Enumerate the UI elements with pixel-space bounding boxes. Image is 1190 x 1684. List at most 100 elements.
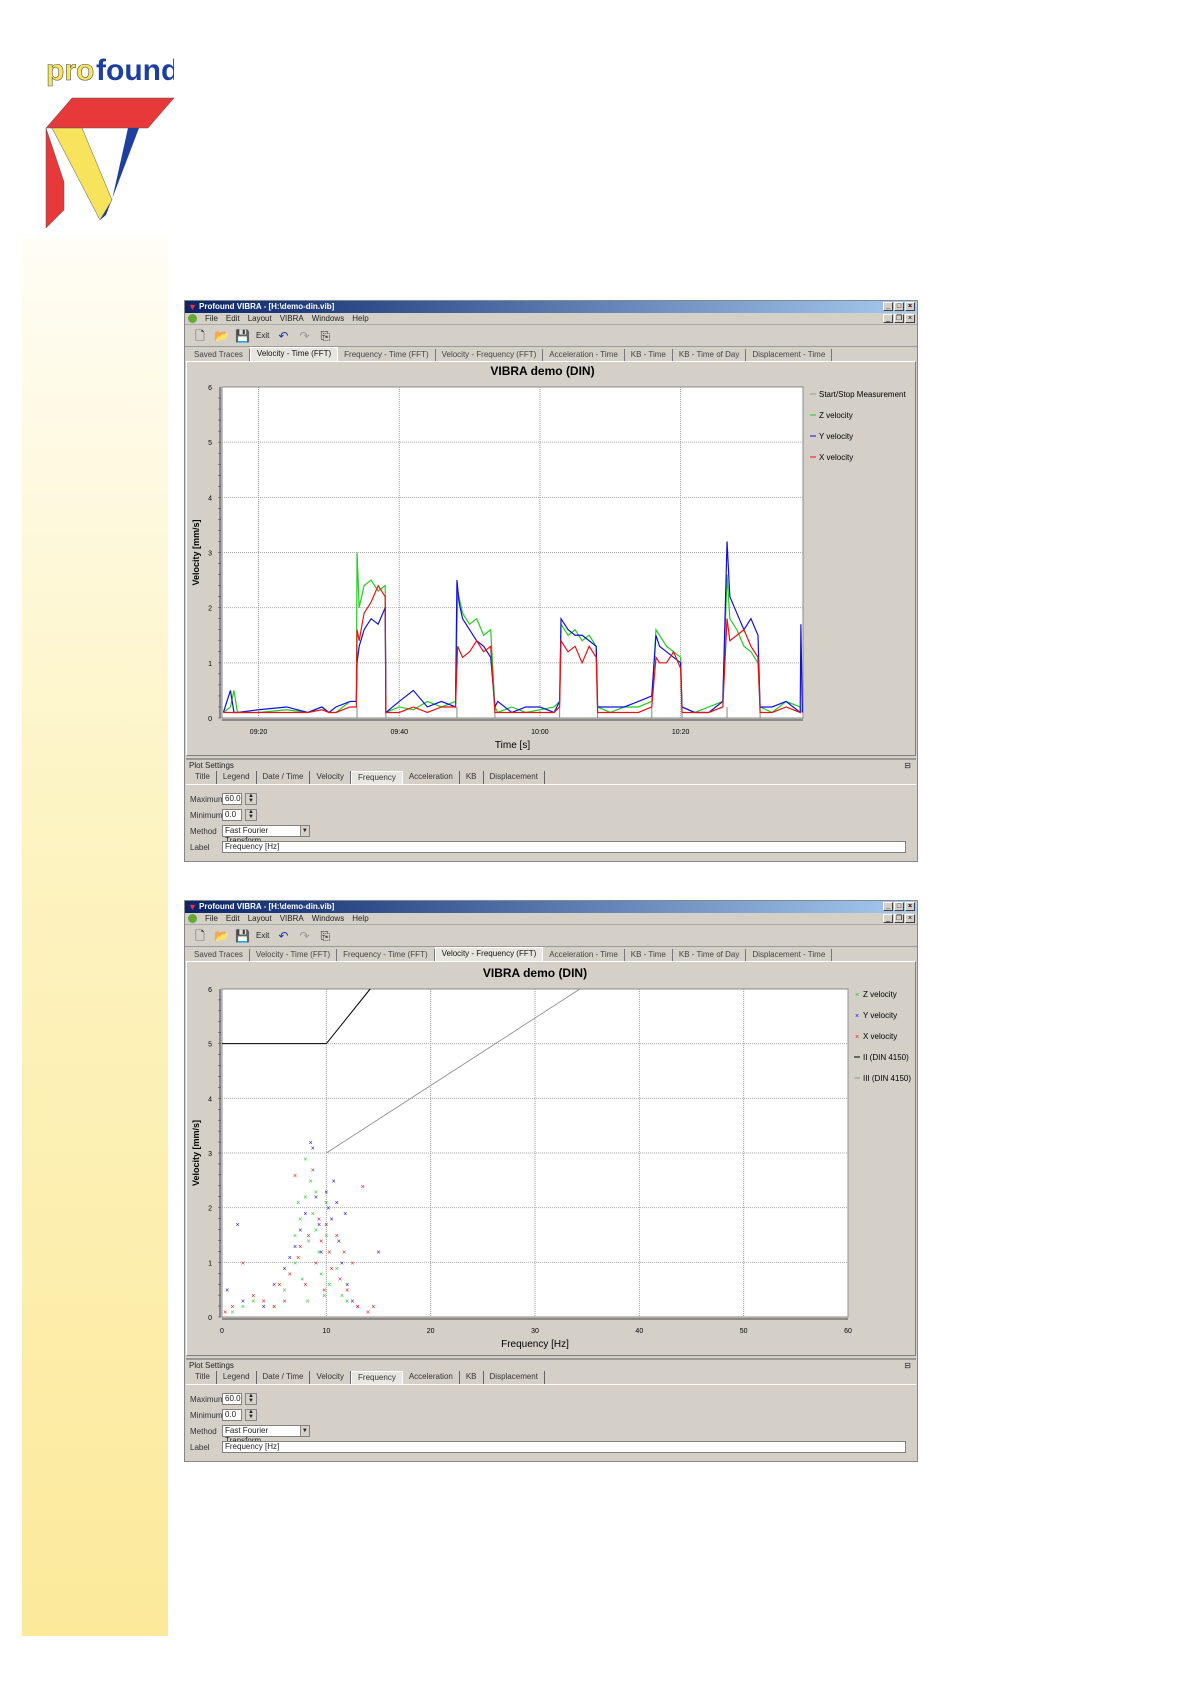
- tab-saved-traces[interactable]: Saved Traces: [188, 949, 250, 961]
- tab-acceleration-time[interactable]: Acceleration - Time: [543, 949, 625, 961]
- child-restore-button[interactable]: ❐: [894, 314, 904, 323]
- minimize-button[interactable]: _: [883, 902, 893, 911]
- y-axis-label: Velocity [mm/s]: [191, 1120, 201, 1186]
- child-minimize-button[interactable]: _: [883, 914, 893, 923]
- open-folder-icon[interactable]: 📂: [214, 929, 229, 943]
- menu-edit[interactable]: Edit: [226, 914, 240, 923]
- settings-tab-frequency[interactable]: Frequency: [351, 1371, 403, 1384]
- scatter-point-x: ×: [230, 1304, 234, 1311]
- menu-help[interactable]: Help: [352, 914, 368, 923]
- close-button[interactable]: ×: [905, 902, 915, 911]
- tab-saved-traces[interactable]: Saved Traces: [188, 349, 250, 361]
- redo-icon[interactable]: ↷: [297, 929, 311, 943]
- save-icon[interactable]: 💾: [235, 329, 250, 343]
- settings-tab-title[interactable]: Title: [189, 1371, 217, 1384]
- child-restore-button[interactable]: ❐: [894, 914, 904, 923]
- settings-tab-velocity[interactable]: Velocity: [310, 1371, 352, 1384]
- tab-velocity-time-fft-[interactable]: Velocity - Time (FFT): [249, 347, 339, 361]
- minimum-spinner[interactable]: ▲ ▼: [245, 809, 257, 821]
- settings-tab-frequency[interactable]: Frequency: [351, 771, 403, 784]
- chart-title: VIBRA demo (DIN): [483, 966, 587, 980]
- new-file-icon[interactable]: 🗋: [193, 329, 207, 343]
- legend-item: X velocity: [819, 453, 853, 462]
- maximum-spinner[interactable]: ▲ ▼: [245, 1393, 257, 1405]
- tab-acceleration-time[interactable]: Acceleration - Time: [543, 349, 625, 361]
- maximum-input[interactable]: 60.0: [222, 793, 242, 805]
- legend-swatch: ×: [855, 992, 859, 999]
- pin-icon[interactable]: ⊟: [904, 1360, 911, 1371]
- app-icon: ▼: [188, 902, 197, 912]
- settings-tab-displacement[interactable]: Displacement: [484, 771, 545, 784]
- chart: VIBRA demo (DIN) 0 1 2 3 4 5 6 09:20 09:40 10:00 10…: [191, 364, 906, 751]
- redo-icon[interactable]: ↷: [297, 329, 311, 343]
- exit-button[interactable]: Exit: [256, 931, 269, 940]
- minimum-input[interactable]: 0.0: [222, 1409, 242, 1421]
- new-file-icon[interactable]: 🗋: [193, 929, 207, 943]
- minimum-input[interactable]: 0.0: [222, 809, 242, 821]
- open-folder-icon[interactable]: 📂: [214, 329, 229, 343]
- svg-text:found: found: [96, 54, 174, 87]
- tab-velocity-frequency-fft-[interactable]: Velocity - Frequency (FFT): [436, 349, 544, 361]
- settings-tab-kb[interactable]: KB: [460, 771, 484, 784]
- label-input[interactable]: Frequency [Hz]: [222, 1441, 906, 1453]
- document-icon[interactable]: [188, 914, 197, 923]
- copy-icon[interactable]: ⎘: [318, 929, 332, 943]
- chevron-down-icon[interactable]: ▼: [299, 826, 309, 836]
- method-select[interactable]: Fast Fourier Transform ▼: [222, 1425, 310, 1445]
- settings-tab-velocity[interactable]: Velocity: [310, 771, 352, 784]
- child-close-button[interactable]: ×: [905, 914, 915, 923]
- menu-layout[interactable]: Layout: [248, 914, 272, 923]
- settings-tab-acceleration[interactable]: Acceleration: [403, 771, 460, 784]
- undo-icon[interactable]: ↶: [276, 929, 290, 943]
- tab-velocity-frequency-fft-[interactable]: Velocity - Frequency (FFT): [434, 947, 544, 961]
- menu-file[interactable]: File: [205, 314, 218, 323]
- settings-tab-date-time[interactable]: Date / Time: [257, 1371, 311, 1384]
- save-icon[interactable]: 💾: [235, 929, 250, 943]
- child-minimize-button[interactable]: _: [883, 314, 893, 323]
- tab-displacement-time[interactable]: Displacement - Time: [746, 349, 833, 361]
- scatter-point-x: ×: [342, 1249, 346, 1256]
- document-icon[interactable]: [188, 314, 197, 323]
- maximize-button[interactable]: □: [894, 302, 904, 311]
- tab-kb-time[interactable]: KB - Time: [625, 949, 673, 961]
- settings-tab-legend[interactable]: Legend: [217, 771, 257, 784]
- settings-tab-legend[interactable]: Legend: [217, 1371, 257, 1384]
- close-button[interactable]: ×: [905, 302, 915, 311]
- menu-file[interactable]: File: [205, 914, 218, 923]
- tab-frequency-time-fft-[interactable]: Frequency - Time (FFT): [338, 349, 436, 361]
- settings-tab-displacement[interactable]: Displacement: [484, 1371, 545, 1384]
- menu-windows[interactable]: Windows: [312, 914, 344, 923]
- toolbar: 🗋 📂 💾 Exit ↶ ↷ ⎘: [185, 925, 917, 947]
- settings-tab-acceleration[interactable]: Acceleration: [403, 1371, 460, 1384]
- menu-vibra[interactable]: VIBRA: [280, 914, 304, 923]
- tab-frequency-time-fft-[interactable]: Frequency - Time (FFT): [337, 949, 435, 961]
- child-close-button[interactable]: ×: [905, 314, 915, 323]
- tab-velocity-time-fft-[interactable]: Velocity - Time (FFT): [250, 949, 338, 961]
- copy-icon[interactable]: ⎘: [318, 329, 332, 343]
- undo-icon[interactable]: ↶: [276, 329, 290, 343]
- tab-kb-time-of-day[interactable]: KB - Time of Day: [673, 949, 747, 961]
- pin-icon[interactable]: ⊟: [904, 760, 911, 771]
- minimum-spinner[interactable]: ▲ ▼: [245, 1409, 257, 1421]
- maximum-input[interactable]: 60.0: [222, 1393, 242, 1405]
- maximum-spinner[interactable]: ▲ ▼: [245, 793, 257, 805]
- method-select[interactable]: Fast Fourier Transform ▼: [222, 825, 310, 845]
- minimize-button[interactable]: _: [883, 302, 893, 311]
- maximize-button[interactable]: □: [894, 902, 904, 911]
- tab-displacement-time[interactable]: Displacement - Time: [746, 949, 833, 961]
- tab-kb-time-of-day[interactable]: KB - Time of Day: [673, 349, 747, 361]
- menu-layout[interactable]: Layout: [248, 314, 272, 323]
- chart-area: VIBRA demo (DIN) 0 1 2 3 4 5 6 0 10 20 30 40 50 60 Freq…: [186, 961, 916, 1356]
- menu-windows[interactable]: Windows: [312, 314, 344, 323]
- scatter-point-x: ×: [277, 1282, 281, 1289]
- menu-vibra[interactable]: VIBRA: [280, 314, 304, 323]
- settings-tab-kb[interactable]: KB: [460, 1371, 484, 1384]
- label-input[interactable]: Frequency [Hz]: [222, 841, 906, 853]
- menu-help[interactable]: Help: [352, 314, 368, 323]
- chevron-down-icon[interactable]: ▼: [299, 1426, 309, 1436]
- exit-button[interactable]: Exit: [256, 331, 269, 340]
- tab-kb-time[interactable]: KB - Time: [625, 349, 673, 361]
- settings-tab-title[interactable]: Title: [189, 771, 217, 784]
- menu-edit[interactable]: Edit: [226, 314, 240, 323]
- settings-tab-date-time[interactable]: Date / Time: [257, 771, 311, 784]
